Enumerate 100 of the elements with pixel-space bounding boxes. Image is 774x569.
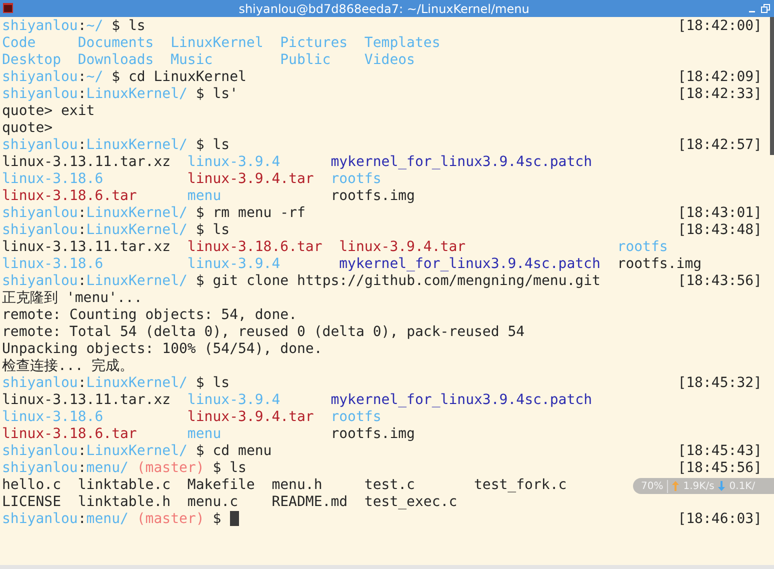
file-name: linux-3.13.11.tar.xz [2,154,171,171]
terminal-text: $ ls [194,222,230,238]
file-name: rootfs [330,171,382,188]
file-name: Templates [364,35,440,52]
file-name: linux-3.18.6.tar [2,188,138,205]
file-name: menu [187,188,222,205]
file-name: linktable.c [78,477,171,494]
timestamp: [18:46:03] [678,511,762,528]
file-name: test.c [364,477,416,494]
terminal-text: : [78,375,86,391]
timestamp: [18:43:56] [678,273,762,290]
prompt-text: shiyanlou [2,222,78,238]
file-name: LinuxKernel [170,35,264,52]
terminal-text: : [78,460,86,476]
terminal-text: remote: Total 54 (delta 0), reused 0 (delta 0), pack-reused 54 [2,324,525,340]
terminal-text: $ ls' [194,86,238,102]
timestamp: [18:42:57] [678,137,762,154]
download-arrow-icon [718,481,726,491]
file-name: README.md [272,494,348,511]
prompt-text: LinuxKernel/ [86,273,188,289]
file-name: test_fork.c [474,477,567,494]
window-title: shiyanlou@bd7d868eeda7: ~/LinuxKernel/menu [238,2,530,16]
file-name: Music [170,52,214,69]
file-name: Downloads [78,52,154,69]
file-name: Videos [364,52,416,69]
download-speed: 0.1K/ [729,480,756,492]
file-name: Documents [78,35,154,52]
battery-text: 70% [641,480,664,492]
timestamp: [18:42:09] [678,69,762,86]
prompt-text: shiyanlou [2,273,78,289]
terminal-text: $ ls [194,137,230,153]
timestamp: [18:43:01] [678,205,762,222]
restore-button[interactable] [761,4,770,13]
terminal-text: $ cd menu [194,443,272,459]
prompt-text: shiyanlou [2,443,78,459]
timestamp: [18:45:56] [678,460,762,477]
file-name: test_exec.c [364,494,458,511]
prompt-text: shiyanlou [2,137,78,153]
prompt-text: LinuxKernel/ [86,137,188,153]
file-name: rootfs.img [617,256,702,273]
prompt-text: LinuxKernel/ [86,205,188,221]
terminal-text: : [78,511,86,527]
terminal-text: 检查连接... 完成。 [2,358,134,374]
prompt-text: LinuxKernel/ [86,443,188,459]
prompt-text: ~/ [86,18,104,34]
terminal-text: : [78,86,86,102]
prompt-text: LinuxKernel/ [86,222,188,238]
prompt-text: shiyanlou [2,375,78,391]
file-name: linux-3.9.4.tar [187,409,314,426]
file-name: linux-3.13.11.tar.xz [2,239,171,256]
prompt-text: LinuxKernel/ [86,375,188,391]
file-name: mykernel_for_linux3.9.4sc.patch [339,256,600,273]
prompt-text: ~/ [86,69,104,85]
file-name: Desktop [2,52,62,69]
prompt-text: shiyanlou [2,205,78,221]
file-name: linux-3.9.4 [187,154,282,171]
terminal-text: : [78,222,86,238]
prompt-text: shiyanlou [2,69,78,85]
file-name: mykernel_for_linux3.9.4sc.patch [330,392,592,409]
file-name: hello.c [2,477,62,494]
prompt-text: menu/ [86,511,128,527]
prompt-text: shiyanlou [2,460,78,476]
file-name: linktable.h [78,494,171,511]
terminal-text: : [78,18,86,34]
file-name: linux-3.18.6 [2,409,104,426]
scrollbar[interactable] [770,17,774,155]
prompt-text: (master) [136,460,204,476]
file-name: Code [2,35,37,52]
terminal-text: $ rm menu -rf [194,205,306,221]
terminal-text: : [78,69,86,85]
prompt-text: LinuxKernel/ [86,86,188,102]
terminal-text: : [78,273,86,289]
timestamp: [18:45:43] [678,443,762,460]
file-name: linux-3.9.4 [187,256,282,273]
file-name: linux-3.13.11.tar.xz [2,392,171,409]
terminal-text: quote> exit [2,103,95,119]
terminal-text: $ cd LinuxKernel [110,69,246,85]
prompt-text: (master) [136,511,204,527]
file-name: menu [187,426,222,443]
file-name: linux-3.9.4.tar [339,239,467,256]
terminal-text: $ ls [194,375,230,391]
file-name: linux-3.9.4.tar [187,171,314,188]
file-name: linux-3.18.6 [2,256,104,273]
file-name: rootfs [617,239,669,256]
upload-arrow-icon [672,481,680,491]
timestamp: [18:45:32] [678,375,762,392]
file-name: linux-3.18.6.tar [187,239,322,256]
upload-speed: 1.9K/s [683,480,714,492]
file-name: rootfs [330,409,382,426]
terminal-text: $ git clone https://github.com/mengning/menu.git [194,273,600,289]
file-name: menu.h [272,477,324,494]
terminal-text: $ ls [212,460,246,476]
terminal-text: : [78,205,86,221]
file-name: Public [280,52,332,69]
terminal-text: $ ls [110,18,146,34]
terminal-text: 正克隆到 'menu'... [2,290,142,306]
prompt-text: shiyanlou [2,18,78,34]
file-name: Makefile [187,477,255,494]
terminal-text: remote: Counting objects: 54, done. [2,307,298,323]
terminal-text: quote> [2,120,53,136]
